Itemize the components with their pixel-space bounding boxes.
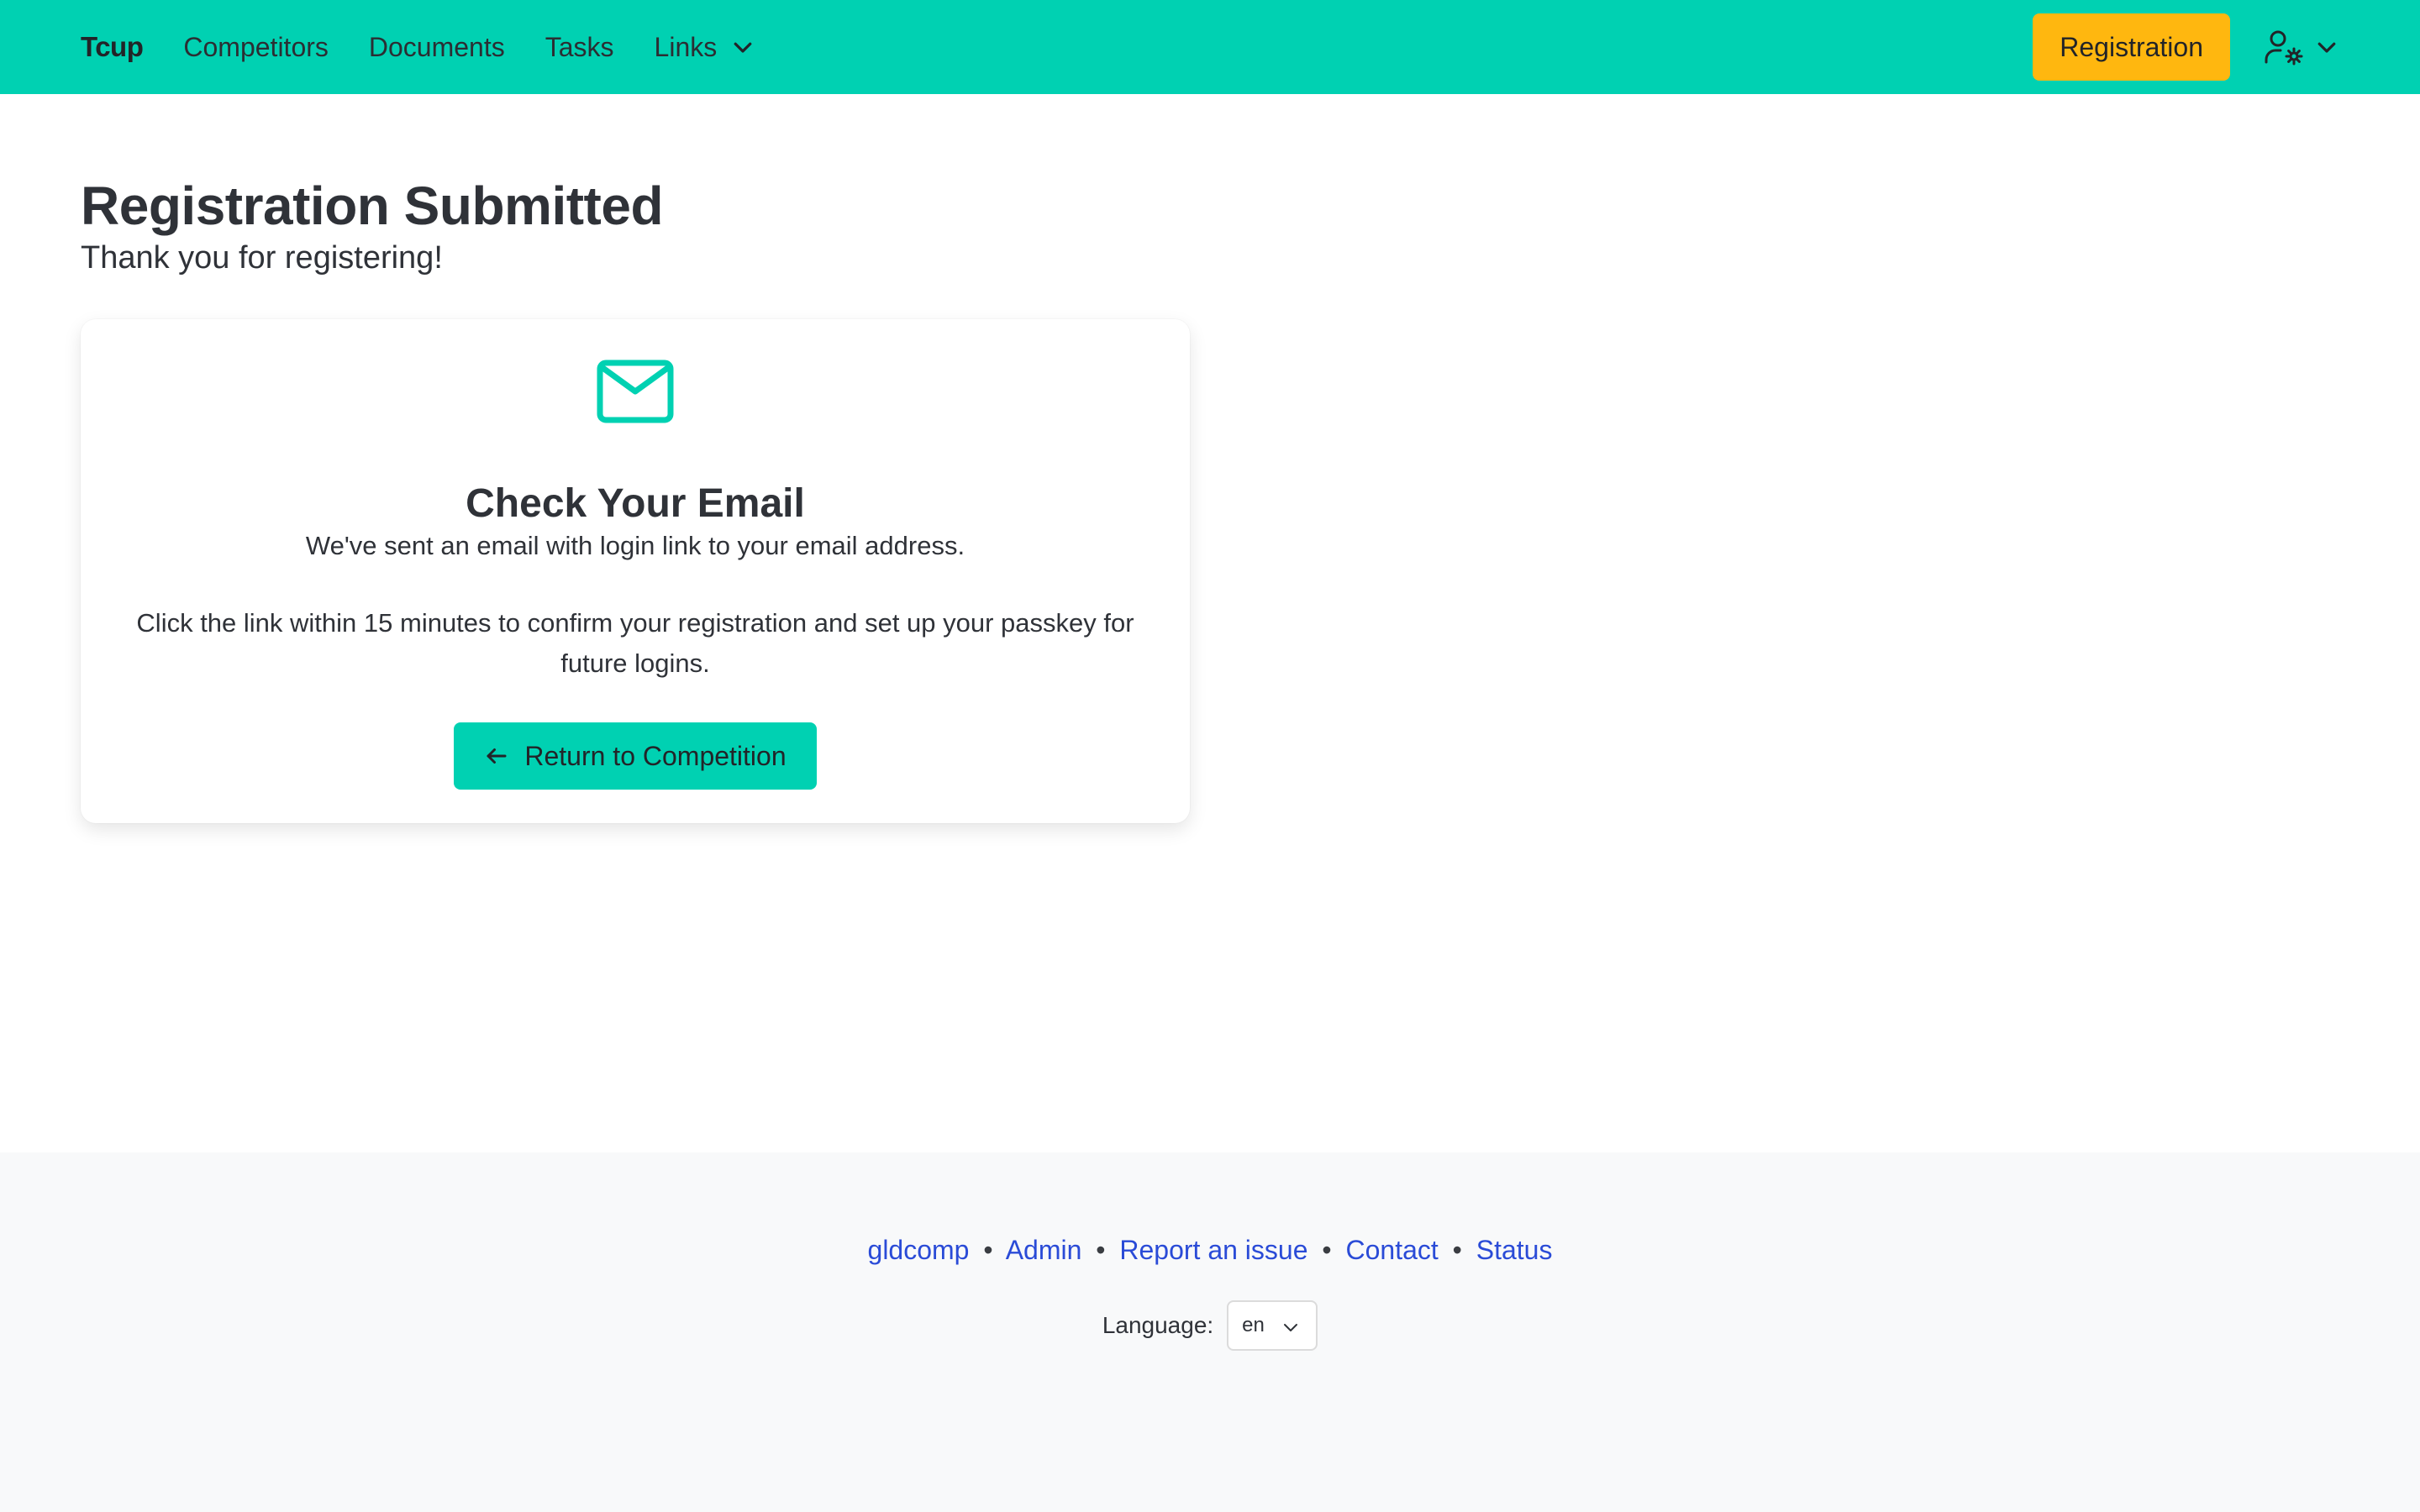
language-value: en [1242,1314,1265,1336]
return-to-competition-button[interactable]: Return to Competition [454,722,817,790]
nav-item-competitors[interactable]: Competitors [183,32,329,63]
chevron-down-icon [1284,1324,1298,1331]
footer-separator: • [983,1235,993,1265]
nav-item-label: Documents [368,31,505,62]
nav-brand[interactable]: Tcup [81,31,144,63]
user-gear-icon [2265,30,2303,66]
language-select[interactable]: en [1227,1300,1318,1351]
footer-link-status[interactable]: Status [1476,1235,1553,1265]
return-button-label: Return to Competition [524,740,786,771]
footer-separator: • [1322,1235,1332,1265]
footer-link-contact[interactable]: Contact [1345,1235,1438,1265]
footer-link-gldcomp[interactable]: gldcomp [868,1235,970,1265]
footer-links: gldcomp • Admin • Report an issue • Cont… [0,1231,2420,1268]
language-row: Language: en [0,1300,2420,1351]
user-menu[interactable] [2264,27,2339,67]
chevron-down-icon [734,42,752,53]
envelope-icon [597,360,674,423]
page-title: Registration Submitted [81,176,664,236]
footer-link-admin[interactable]: Admin [1006,1235,1082,1265]
card-instructions: Click the link within 15 minutes to conf… [136,608,1134,678]
page-header: Registration Submitted Thank you for reg… [81,175,664,279]
footer-link-report-issue[interactable]: Report an issue [1119,1235,1307,1265]
page-subtitle: Thank you for registering! [81,240,443,276]
footer: gldcomp • Admin • Report an issue • Cont… [0,1152,2420,1512]
nav-item-label: Links [654,31,718,62]
card-message: We've sent an email with login link to y… [305,531,965,560]
arrow-left-icon [487,748,507,764]
top-navbar: Tcup Competitors Documents Tasks Links R… [0,0,2420,94]
footer-separator: • [1096,1235,1106,1265]
footer-separator: • [1452,1235,1462,1265]
nav-item-label: Tasks [544,31,614,62]
chevron-down-icon [2317,42,2336,53]
card-title: Check Your Email [466,481,805,526]
check-email-card: Check Your Email We've sent an email wit… [81,319,1190,823]
nav-item-links-dropdown[interactable]: Links [655,32,756,63]
registration-button[interactable]: Registration [2033,13,2230,81]
nav-item-tasks[interactable]: Tasks [545,32,614,63]
nav-item-documents[interactable]: Documents [369,32,505,63]
nav-item-label: Competitors [183,31,329,62]
language-label: Language: [1102,1312,1214,1338]
